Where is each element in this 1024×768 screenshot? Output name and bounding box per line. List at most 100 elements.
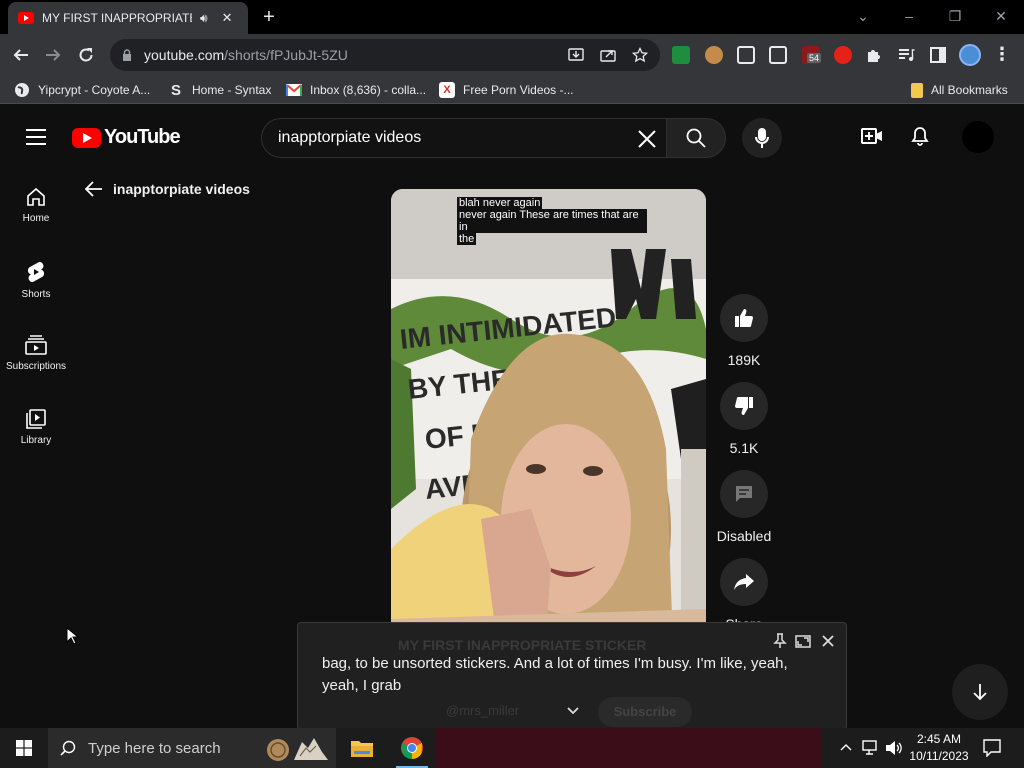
windows-taskbar: Type here to search 2:45 AM 10/11/2023 bbox=[0, 728, 1024, 768]
speaker-icon[interactable]: 🔊︎ bbox=[200, 11, 208, 26]
comments-button[interactable]: Disabled bbox=[716, 470, 772, 544]
channel-handle: @mrs_miller bbox=[446, 703, 520, 718]
windows-logo-icon bbox=[16, 740, 32, 756]
search-box bbox=[261, 118, 667, 158]
back-to-results[interactable]: inapptorpiate videos bbox=[85, 181, 250, 197]
home-icon bbox=[27, 187, 45, 206]
bookmark-gmail[interactable]: Inbox (8,636) - colla... bbox=[286, 81, 426, 99]
account-avatar[interactable] bbox=[962, 121, 994, 153]
chrome-icon bbox=[401, 737, 423, 759]
comment-icon bbox=[736, 486, 752, 502]
media-playlist-icon[interactable] bbox=[897, 46, 915, 64]
x-site-icon: X bbox=[439, 82, 455, 98]
extension-badge: 54 bbox=[807, 53, 822, 63]
share-page-icon[interactable] bbox=[600, 47, 616, 63]
bookmark-x[interactable]: X Free Porn Videos -... bbox=[439, 81, 574, 99]
back-arrow-icon bbox=[85, 181, 102, 197]
shorts-icon bbox=[27, 261, 45, 283]
notifications-bell-icon[interactable] bbox=[910, 126, 930, 146]
search-highlight-fossils-icon bbox=[267, 738, 328, 761]
live-caption-panel: MY FIRST INAPPROPRIATE STICKER bag, to b… bbox=[297, 622, 847, 728]
voice-search-button[interactable] bbox=[742, 118, 782, 158]
ublock-extension-icon[interactable]: 54 bbox=[802, 46, 822, 64]
share-button[interactable]: Share bbox=[716, 558, 772, 632]
video-title: MY FIRST INAPPROPRIATE STICKER bbox=[398, 637, 647, 653]
network-icon[interactable] bbox=[862, 740, 880, 756]
system-clock[interactable]: 2:45 AM 10/11/2023 bbox=[906, 731, 972, 765]
start-button[interactable] bbox=[0, 728, 48, 768]
extension-s-icon[interactable] bbox=[672, 46, 690, 64]
hamburger-menu-icon[interactable] bbox=[26, 129, 46, 145]
tab-close-icon[interactable]: ✕ bbox=[222, 10, 233, 26]
bookmarks-bar: Yipcrypt - Coyote A... S Home - Syntax I… bbox=[0, 76, 1024, 104]
minimize-button[interactable]: – bbox=[886, 0, 932, 32]
browser-toolbar: youtube.com/shorts/fPJubJt-5ZU 54 ⋮ bbox=[0, 34, 1024, 76]
sidebar-item-subscriptions[interactable]: Subscriptions bbox=[0, 335, 72, 372]
file-explorer-app[interactable] bbox=[338, 728, 386, 768]
youtube-page: YouTube Home Shorts Subscriptions Librar… bbox=[0, 105, 1024, 728]
extension-glasses-icon[interactable] bbox=[737, 46, 755, 64]
mouse-cursor-icon bbox=[66, 627, 78, 645]
chevron-down-icon[interactable] bbox=[566, 706, 580, 716]
lock-icon bbox=[123, 49, 131, 61]
subscribe-button[interactable]: Subscribe bbox=[598, 697, 692, 727]
back-arrow-icon[interactable] bbox=[8, 42, 34, 68]
sidebar-item-library[interactable]: Library bbox=[0, 409, 72, 446]
all-bookmarks-folder[interactable]: All Bookmarks bbox=[911, 81, 1008, 99]
youtube-favicon-icon bbox=[18, 12, 34, 24]
folder-icon bbox=[351, 741, 373, 757]
sidebar-item-shorts[interactable]: Shorts bbox=[0, 261, 72, 300]
more-menu-icon[interactable]: ⋮ bbox=[993, 44, 1011, 66]
tab-title: MY FIRST INAPPROPRIATE S bbox=[42, 11, 192, 25]
volume-icon[interactable] bbox=[885, 740, 903, 756]
browser-tab-strip: MY FIRST INAPPROPRIATE S 🔊︎ ✕ + ⌄ – ❐ ✕ bbox=[0, 0, 1024, 34]
next-short-button[interactable] bbox=[952, 664, 1008, 720]
like-button[interactable]: 189K bbox=[716, 294, 772, 368]
cookie-extension-icon[interactable] bbox=[705, 46, 723, 64]
subscriptions-icon bbox=[25, 335, 47, 355]
pin-icon[interactable] bbox=[772, 633, 788, 649]
video-overlay-caption: blah never again never again These are t… bbox=[457, 197, 647, 245]
browser-tab[interactable]: MY FIRST INAPPROPRIATE S 🔊︎ ✕ bbox=[8, 2, 248, 34]
extension-card-icon[interactable] bbox=[769, 46, 787, 64]
youtube-logo[interactable]: YouTube bbox=[72, 126, 181, 149]
reload-icon[interactable] bbox=[73, 42, 99, 68]
window-close-button[interactable]: ✕ bbox=[978, 0, 1024, 32]
new-tab-button[interactable]: + bbox=[258, 6, 280, 28]
youtube-play-icon bbox=[72, 127, 101, 148]
address-bar[interactable]: youtube.com/shorts/fPJubJt-5ZU bbox=[110, 39, 660, 71]
expand-icon[interactable] bbox=[795, 633, 811, 649]
globe-icon bbox=[15, 83, 29, 97]
side-panel-icon[interactable] bbox=[929, 46, 947, 64]
sidebar-item-home[interactable]: Home bbox=[0, 187, 72, 224]
notification-center-icon[interactable] bbox=[983, 739, 1001, 757]
bookmark-syntax[interactable]: S Home - Syntax bbox=[168, 81, 271, 99]
gmail-icon bbox=[286, 84, 302, 96]
close-caption-icon[interactable] bbox=[820, 633, 836, 649]
create-video-icon[interactable] bbox=[861, 127, 883, 145]
thumbs-down-icon bbox=[735, 397, 753, 415]
url-text: youtube.com/shorts/fPJubJt-5ZU bbox=[144, 47, 348, 63]
search-input[interactable] bbox=[278, 129, 618, 147]
tab-search-button[interactable]: ⌄ bbox=[840, 0, 886, 32]
chevron-up-icon[interactable] bbox=[840, 743, 852, 751]
puzzle-extensions-icon[interactable] bbox=[865, 46, 883, 64]
syntax-s-icon: S bbox=[170, 81, 181, 99]
dislike-button[interactable]: 5.1K bbox=[716, 382, 772, 456]
search-icon bbox=[686, 128, 706, 148]
share-arrow-icon bbox=[734, 574, 754, 590]
forward-arrow-icon[interactable] bbox=[40, 42, 66, 68]
chrome-app[interactable] bbox=[388, 728, 436, 768]
bookmark-star-icon[interactable] bbox=[632, 47, 648, 63]
youtube-extension-icon[interactable] bbox=[834, 46, 852, 64]
taskbar-active-window-bar bbox=[436, 728, 822, 768]
profile-avatar[interactable] bbox=[959, 44, 981, 66]
search-button[interactable] bbox=[666, 118, 726, 158]
install-icon[interactable] bbox=[568, 47, 584, 63]
taskbar-search-box[interactable]: Type here to search bbox=[48, 728, 336, 768]
library-icon bbox=[26, 409, 46, 429]
microphone-icon bbox=[755, 128, 769, 148]
clear-search-icon[interactable] bbox=[638, 130, 656, 148]
bookmark-yipcrypt[interactable]: Yipcrypt - Coyote A... bbox=[14, 81, 150, 99]
restore-button[interactable]: ❐ bbox=[932, 0, 978, 32]
